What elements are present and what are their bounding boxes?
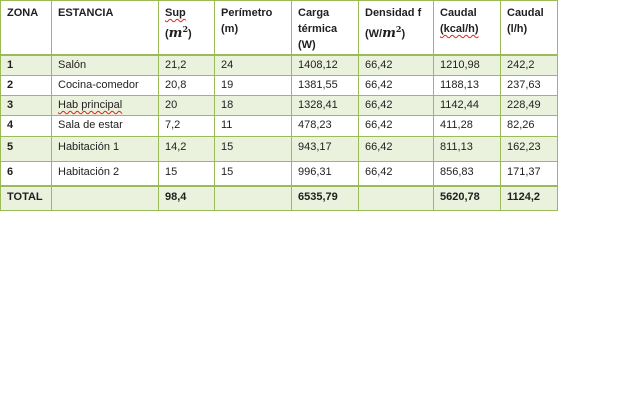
cell-caudal-l: 82,26 bbox=[500, 115, 558, 137]
cell-zona: 5 bbox=[0, 136, 52, 162]
cell-sup: 20 bbox=[158, 95, 215, 116]
cell-caudal-kcal: 1142,44 bbox=[433, 95, 501, 116]
cell-densidad: 66,42 bbox=[358, 54, 434, 76]
header-zona: ZONA bbox=[0, 0, 52, 56]
total-label: TOTAL bbox=[0, 185, 52, 211]
cell-estancia: Hab principal bbox=[51, 95, 159, 116]
cell-estancia: Cocina-comedor bbox=[51, 75, 159, 96]
table-row: 6 Habitación 2 15 15 996,31 66,42 856,83… bbox=[0, 161, 558, 187]
table-row: 5 Habitación 1 14,2 15 943,17 66,42 811,… bbox=[0, 136, 558, 162]
cell-caudal-kcal: 811,13 bbox=[433, 136, 501, 162]
cell-perimetro: 11 bbox=[214, 115, 292, 137]
cell-caudal-l: 162,23 bbox=[500, 136, 558, 162]
header-row: ZONA ESTANCIA Sup (m2) Perímetro (m) Car… bbox=[0, 0, 558, 56]
cell-estancia: Salón bbox=[51, 54, 159, 76]
cell-sup: 20,8 bbox=[158, 75, 215, 96]
cell-carga: 1328,41 bbox=[291, 95, 359, 116]
cell-densidad: 66,42 bbox=[358, 95, 434, 116]
cell-carga: 1381,55 bbox=[291, 75, 359, 96]
cell-densidad: 66,42 bbox=[358, 75, 434, 96]
header-estancia: ESTANCIA bbox=[51, 0, 159, 56]
cell-caudal-l: 237,63 bbox=[500, 75, 558, 96]
cell-densidad: 66,42 bbox=[358, 136, 434, 162]
cell-carga: 1408,12 bbox=[291, 54, 359, 76]
table-row: 3 Hab principal 20 18 1328,41 66,42 1142… bbox=[0, 95, 558, 116]
header-densidad: Densidad f (W/m2) bbox=[358, 0, 434, 56]
cell-zona: 6 bbox=[0, 161, 52, 187]
cell-zona: 4 bbox=[0, 115, 52, 137]
cell-sup: 7,2 bbox=[158, 115, 215, 137]
header-sup-label: Sup bbox=[165, 7, 186, 19]
cell-zona: 1 bbox=[0, 54, 52, 76]
cell-perimetro: 24 bbox=[214, 54, 292, 76]
header-sup-unit: (m2) bbox=[165, 24, 192, 41]
cell-estancia: Habitación 2 bbox=[51, 161, 159, 187]
cell-sup: 15 bbox=[158, 161, 215, 187]
cell-perimetro: 19 bbox=[214, 75, 292, 96]
cell-caudal-l: 242,2 bbox=[500, 54, 558, 76]
cell-caudal-kcal: 856,83 bbox=[433, 161, 501, 187]
cell-densidad: 66,42 bbox=[358, 161, 434, 187]
total-row: TOTAL 98,4 6535,79 5620,78 1124,2 bbox=[0, 185, 558, 211]
cell-caudal-kcal: 411,28 bbox=[433, 115, 501, 137]
cell-zona: 2 bbox=[0, 75, 52, 96]
header-perimetro: Perímetro (m) bbox=[214, 0, 292, 56]
total-densidad-empty bbox=[358, 185, 434, 211]
table-row: 2 Cocina-comedor 20,8 19 1381,55 66,42 1… bbox=[0, 75, 558, 96]
heating-load-table: ZONA ESTANCIA Sup (m2) Perímetro (m) Car… bbox=[0, 0, 558, 211]
cell-caudal-l: 228,49 bbox=[500, 95, 558, 116]
header-sup: Sup (m2) bbox=[158, 0, 215, 56]
cell-perimetro: 18 bbox=[214, 95, 292, 116]
table-row: 4 Sala de estar 7,2 11 478,23 66,42 411,… bbox=[0, 115, 558, 137]
cell-carga: 943,17 bbox=[291, 136, 359, 162]
cell-perimetro: 15 bbox=[214, 136, 292, 162]
total-perimetro-empty bbox=[214, 185, 292, 211]
cell-sup: 14,2 bbox=[158, 136, 215, 162]
cell-caudal-l: 171,37 bbox=[500, 161, 558, 187]
table-row: 1 Salón 21,2 24 1408,12 66,42 1210,98 24… bbox=[0, 54, 558, 76]
total-caudal-l: 1124,2 bbox=[500, 185, 558, 211]
cell-zona: 3 bbox=[0, 95, 52, 116]
header-caudal-kcal: Caudal (kcal/h) bbox=[433, 0, 501, 56]
header-densidad-unit: (W/m2) bbox=[365, 24, 406, 41]
total-sup: 98,4 bbox=[158, 185, 215, 211]
header-caudal-l: Caudal (l/h) bbox=[500, 0, 558, 56]
total-caudal-kcal: 5620,78 bbox=[433, 185, 501, 211]
cell-estancia: Habitación 1 bbox=[51, 136, 159, 162]
cell-carga: 996,31 bbox=[291, 161, 359, 187]
cell-caudal-kcal: 1188,13 bbox=[433, 75, 501, 96]
header-carga: Carga térmica (W) bbox=[291, 0, 359, 56]
cell-sup: 21,2 bbox=[158, 54, 215, 76]
cell-estancia: Sala de estar bbox=[51, 115, 159, 137]
cell-perimetro: 15 bbox=[214, 161, 292, 187]
total-estancia-empty bbox=[51, 185, 159, 211]
cell-caudal-kcal: 1210,98 bbox=[433, 54, 501, 76]
cell-carga: 478,23 bbox=[291, 115, 359, 137]
total-carga: 6535,79 bbox=[291, 185, 359, 211]
cell-densidad: 66,42 bbox=[358, 115, 434, 137]
